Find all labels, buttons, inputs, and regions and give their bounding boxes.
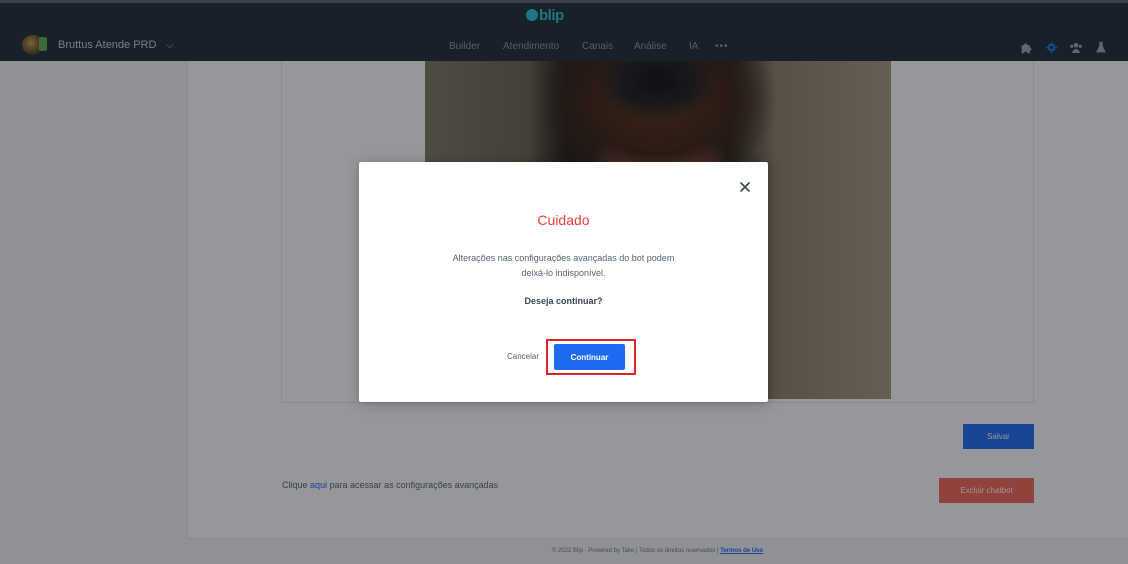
- modal-question: Deseja continuar?: [524, 296, 603, 306]
- modal-message: Alterações nas configurações avançadas d…: [359, 251, 768, 281]
- modal-message-line2: deixá-lo indisponível.: [521, 268, 606, 278]
- modal-title: Cuidado: [537, 212, 590, 228]
- modal-message-line1: Alterações nas configurações avançadas d…: [452, 253, 675, 263]
- cancel-button[interactable]: Cancelar: [507, 352, 539, 361]
- continue-button[interactable]: Continuar: [554, 344, 625, 370]
- close-icon[interactable]: [738, 180, 752, 194]
- warning-modal: Cuidado Alterações nas configurações ava…: [359, 162, 768, 402]
